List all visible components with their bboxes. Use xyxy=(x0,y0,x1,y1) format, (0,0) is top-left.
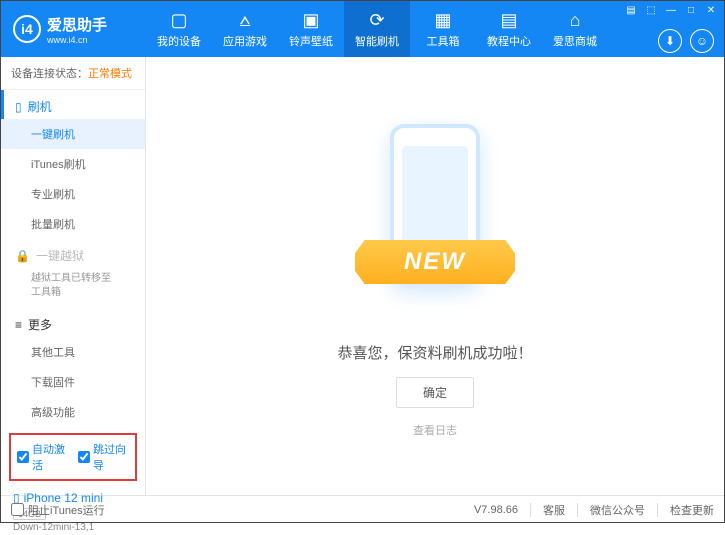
wechat-link[interactable]: 微信公众号 xyxy=(590,502,645,518)
support-link[interactable]: 客服 xyxy=(543,502,565,518)
logo-area: i4 爱思助手 www.i4.cn xyxy=(1,14,146,45)
sidebar-item-itunes-flash[interactable]: iTunes刷机 xyxy=(1,149,145,179)
nav-my-device[interactable]: ▢我的设备 xyxy=(146,1,212,57)
window-controls: ▤ ⬚ ― □ ✕ xyxy=(618,1,724,19)
close-icon[interactable]: ✕ xyxy=(702,3,720,17)
main-nav: ▢我的设备 ⩟应用游戏 ▣铃声壁纸 ⟳智能刷机 ▦工具箱 ▤教程中心 ⌂爱思商城 xyxy=(146,1,608,57)
sidebar-item-oneclick-flash[interactable]: 一键刷机 xyxy=(1,119,145,149)
sidebar-item-other-tools[interactable]: 其他工具 xyxy=(1,337,145,367)
main-content: NEW 恭喜您，保资料刷机成功啦！ 确定 查看日志 xyxy=(146,57,724,495)
sidebar-section-more[interactable]: ≡更多 xyxy=(1,308,145,337)
user-icon[interactable]: ☺ xyxy=(690,29,714,53)
maximize-icon[interactable]: □ xyxy=(682,3,700,17)
nav-ringtones[interactable]: ▣铃声壁纸 xyxy=(278,1,344,57)
block-itunes-checkbox[interactable]: 阻止iTunes运行 xyxy=(11,502,105,518)
check-update-link[interactable]: 检查更新 xyxy=(670,502,714,518)
new-ribbon: NEW xyxy=(355,240,515,284)
download-icon[interactable]: ⬇ xyxy=(658,29,682,53)
flash-options-highlight: 自动激活 跳过向导 xyxy=(9,433,137,481)
app-header: i4 爱思助手 www.i4.cn ▢我的设备 ⩟应用游戏 ▣铃声壁纸 ⟳智能刷… xyxy=(1,1,724,57)
toolbox-icon: ▦ xyxy=(434,10,451,31)
nav-toolbox[interactable]: ▦工具箱 xyxy=(410,1,476,57)
store-icon: ⌂ xyxy=(570,10,581,31)
phone-icon: ▯ xyxy=(15,100,22,114)
sidebar-item-pro-flash[interactable]: 专业刷机 xyxy=(1,179,145,209)
phone-illustration: NEW xyxy=(360,114,510,324)
sidebar-item-advanced[interactable]: 高级功能 xyxy=(1,397,145,427)
logo-icon: i4 xyxy=(13,15,41,43)
refresh-icon: ⟳ xyxy=(369,10,384,31)
sidebar-item-batch-flash[interactable]: 批量刷机 xyxy=(1,209,145,239)
phone-icon: ▢ xyxy=(170,10,187,31)
book-icon: ▤ xyxy=(500,10,517,31)
menu-icon[interactable]: ▤ xyxy=(622,3,640,17)
nav-flash[interactable]: ⟳智能刷机 xyxy=(344,1,410,57)
image-icon: ▣ xyxy=(302,10,319,31)
sidebar-section-flash[interactable]: ▯刷机 xyxy=(1,90,145,119)
success-message: 恭喜您，保资料刷机成功啦！ xyxy=(337,342,532,363)
version-label: V7.98.66 xyxy=(474,504,518,516)
app-name: 爱思助手 xyxy=(47,14,107,35)
app-url: www.i4.cn xyxy=(47,35,107,45)
nav-tutorials[interactable]: ▤教程中心 xyxy=(476,1,542,57)
connection-status: 设备连接状态：正常模式 xyxy=(1,57,145,90)
apps-icon: ⩟ xyxy=(240,10,251,31)
header-actions: ⬇ ☺ xyxy=(658,29,714,53)
skip-guide-checkbox[interactable]: 跳过向导 xyxy=(78,441,129,473)
nav-store[interactable]: ⌂爱思商城 xyxy=(542,1,608,57)
skin-icon[interactable]: ⬚ xyxy=(642,3,660,17)
nav-apps[interactable]: ⩟应用游戏 xyxy=(212,1,278,57)
auto-activate-checkbox[interactable]: 自动激活 xyxy=(17,441,68,473)
sidebar-section-jailbreak: 🔒一键越狱 xyxy=(1,239,145,268)
ok-button[interactable]: 确定 xyxy=(396,377,474,408)
lock-icon: 🔒 xyxy=(15,249,30,263)
sidebar: 设备连接状态：正常模式 ▯刷机 一键刷机 iTunes刷机 专业刷机 批量刷机 … xyxy=(1,57,146,495)
view-log-link[interactable]: 查看日志 xyxy=(413,422,457,438)
jailbreak-notice: 越狱工具已转移至 工具箱 xyxy=(1,268,145,308)
list-icon: ≡ xyxy=(15,318,22,332)
minimize-icon[interactable]: ― xyxy=(662,3,680,17)
sidebar-item-download-firmware[interactable]: 下载固件 xyxy=(1,367,145,397)
device-meta: Down-12mini-13,1 xyxy=(13,522,135,533)
